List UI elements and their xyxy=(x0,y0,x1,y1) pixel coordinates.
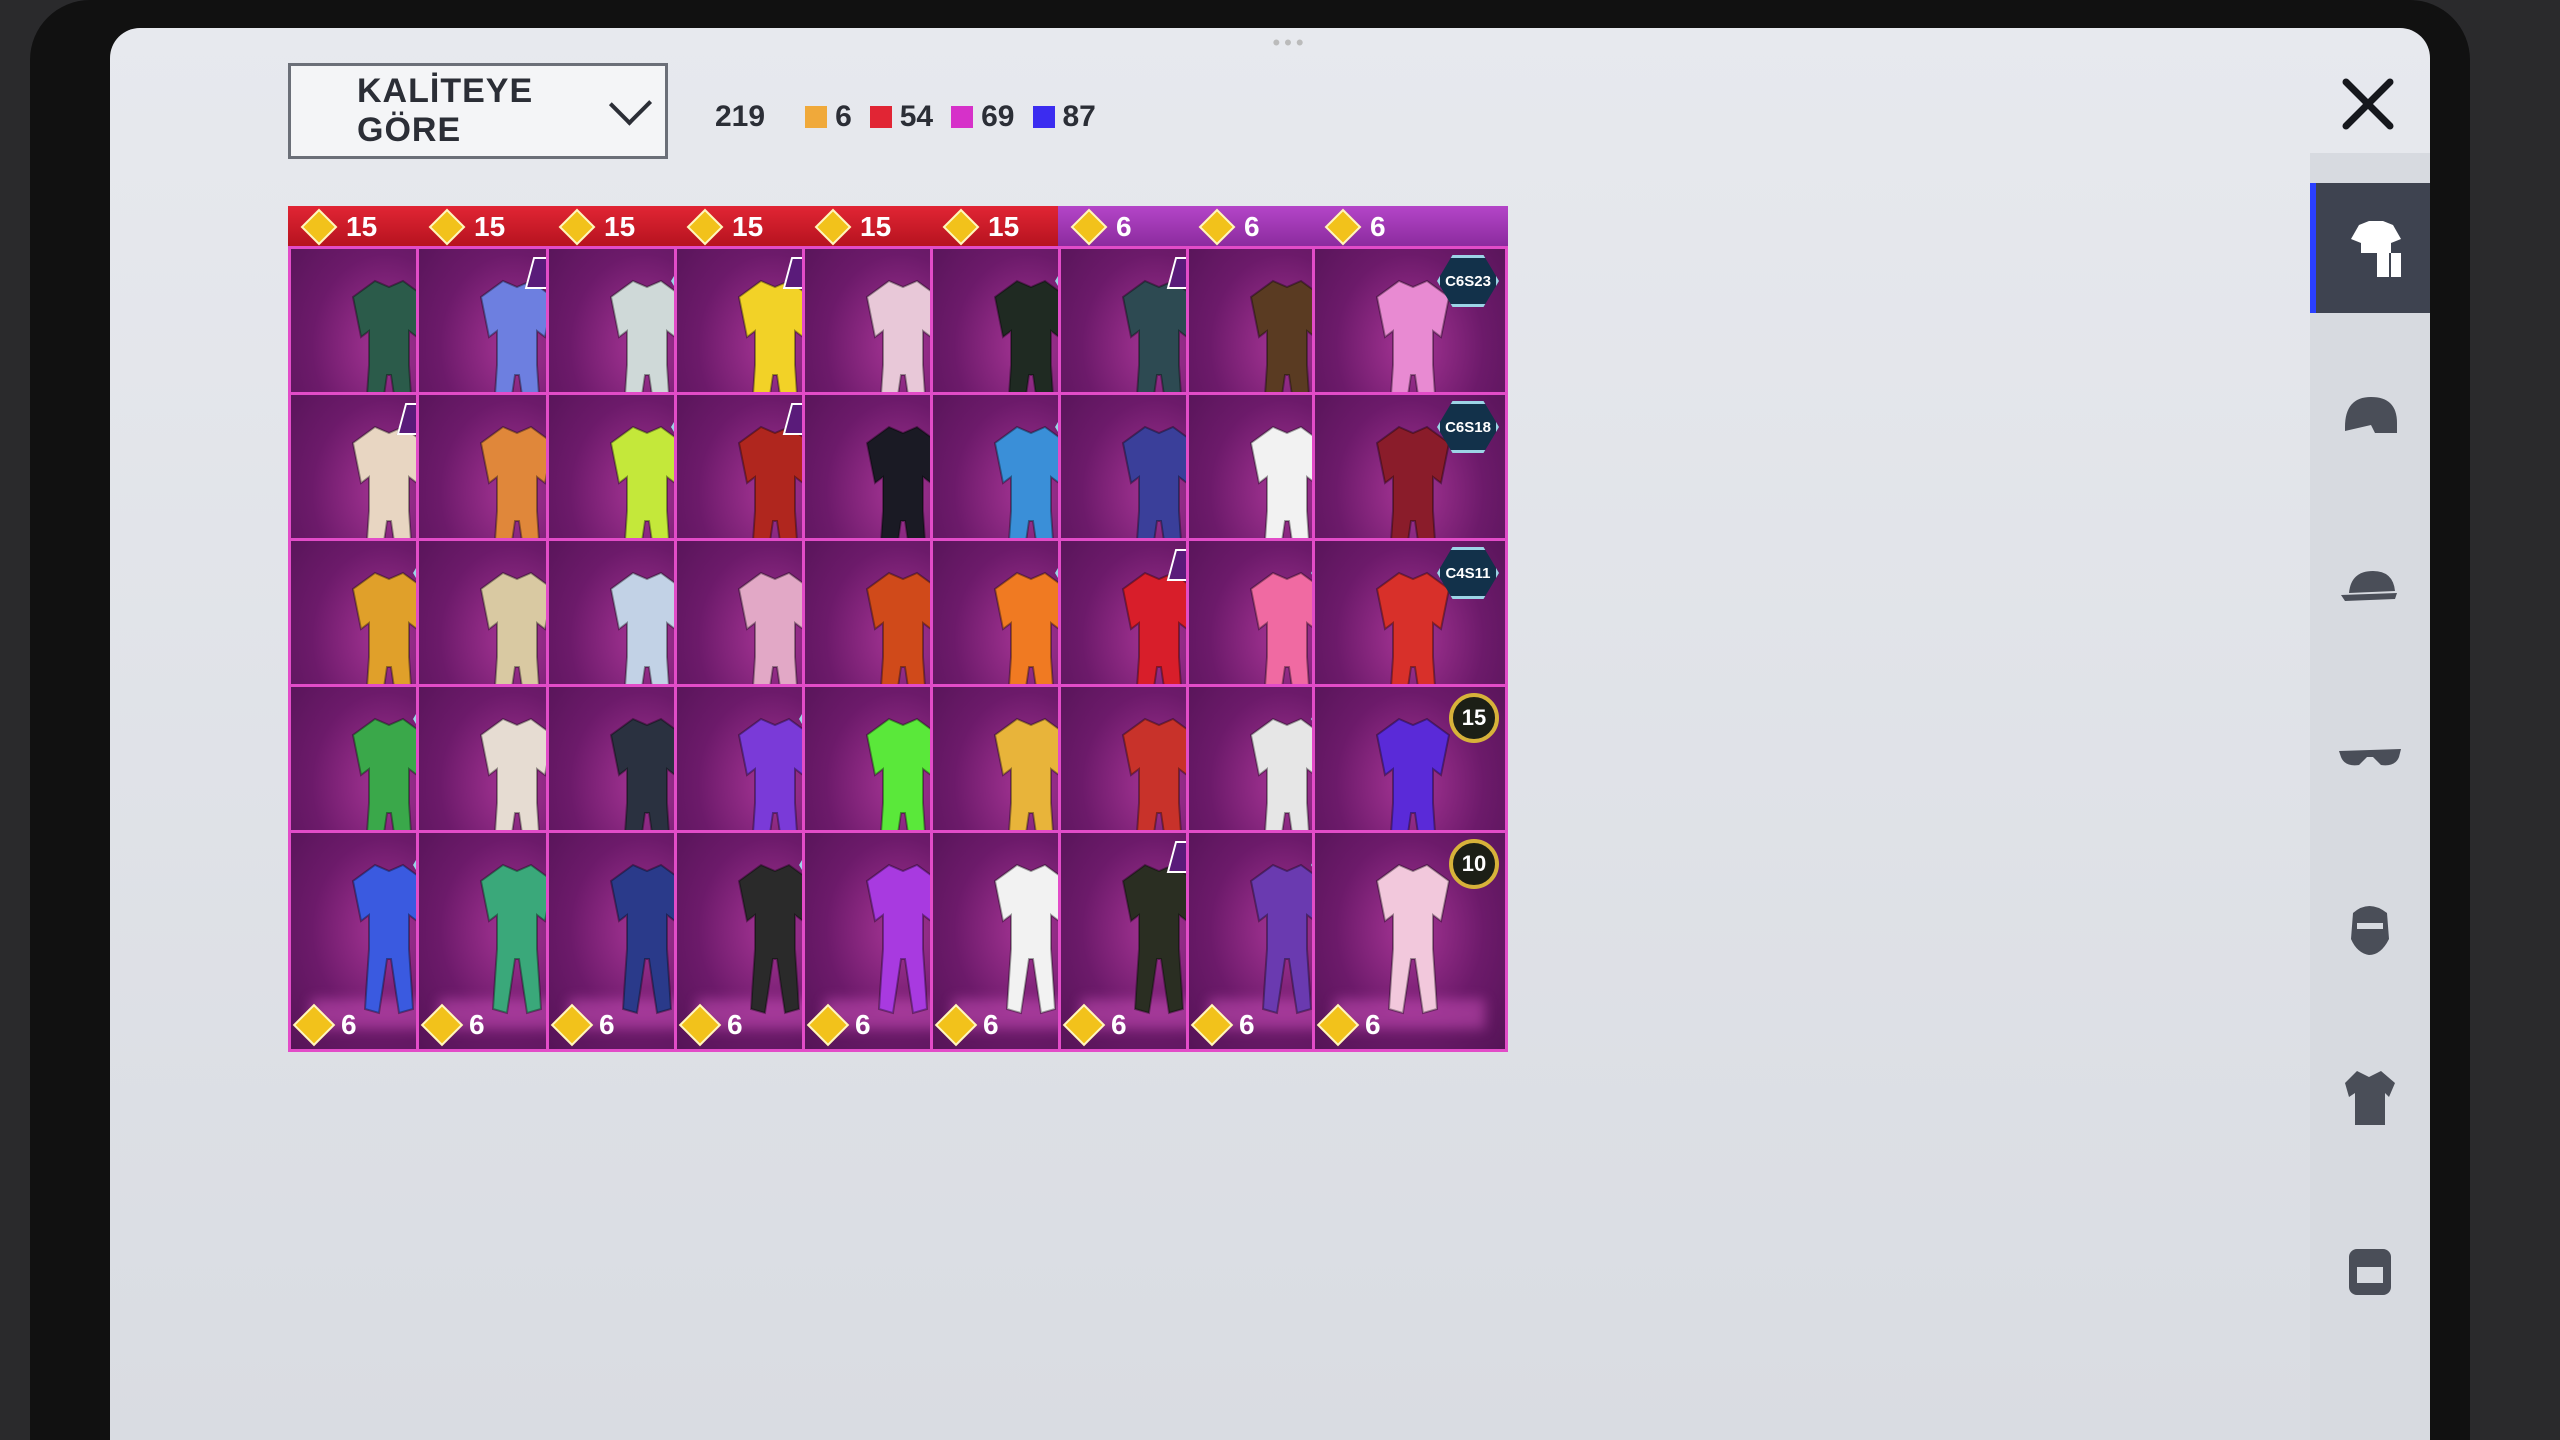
card-value-text: 6 xyxy=(727,1009,743,1040)
top-strip-value: 15 xyxy=(988,211,1020,242)
card-value-text: 6 xyxy=(469,1009,485,1040)
glasses-icon xyxy=(2339,749,2401,766)
category-tabs xyxy=(2310,153,2430,1440)
card-value: 6 xyxy=(550,1003,615,1047)
diamond-icon xyxy=(1070,208,1108,246)
diamond-icon xyxy=(1198,208,1236,246)
close-icon xyxy=(2342,78,2394,130)
card-value: 6 xyxy=(1190,1003,1255,1047)
diamond-icon xyxy=(814,208,852,246)
card-value-text: 6 xyxy=(983,1009,999,1040)
card-value: 6 xyxy=(1062,1003,1127,1047)
top-strip-value: 6 xyxy=(1244,211,1260,242)
diamond-icon xyxy=(1324,208,1362,246)
card-value-text: 6 xyxy=(599,1009,615,1040)
orange-swatch xyxy=(805,106,828,128)
blue-count: 87 xyxy=(1062,100,1096,133)
backpack-icon xyxy=(2349,1249,2391,1295)
outfit-card[interactable]: 10 6 xyxy=(1312,830,1508,1052)
quality-counts: 219 6 54 69 87 xyxy=(715,100,1114,134)
quality-count-blue: 87 xyxy=(1032,100,1096,134)
diamond-icon xyxy=(686,208,724,246)
purple-count: 69 xyxy=(981,100,1015,133)
top-strip-value: 15 xyxy=(474,211,506,242)
diamond-icon xyxy=(420,1003,464,1047)
tab-mask[interactable] xyxy=(2310,863,2430,993)
tab-cap[interactable] xyxy=(2310,523,2430,653)
card-value-text: 6 xyxy=(341,1009,357,1040)
card-value: 6 xyxy=(806,1003,871,1047)
top-strip-value: 15 xyxy=(732,211,764,242)
diamond-icon xyxy=(934,1003,978,1047)
red-count: 54 xyxy=(899,100,934,133)
diamond-icon xyxy=(300,208,338,246)
diamond-icon xyxy=(1316,1003,1360,1047)
diamond-icon xyxy=(550,1003,594,1047)
diamond-icon xyxy=(1190,1003,1234,1047)
level-badge: 15 xyxy=(1449,693,1499,743)
red-swatch xyxy=(869,106,892,128)
sort-dropdown[interactable]: KALİTEYE GÖRE xyxy=(288,63,668,159)
card-value: 6 xyxy=(292,1003,357,1047)
inventory-screen: ••• KALİTEYE GÖRE 219 6 54 69 87 15 15 1… xyxy=(110,28,2430,1440)
card-value: 6 xyxy=(678,1003,743,1047)
top-strip-value: 15 xyxy=(604,211,636,242)
card-value: 6 xyxy=(1316,1003,1381,1047)
tab-jacket[interactable] xyxy=(2310,1033,2430,1163)
diamond-icon xyxy=(678,1003,722,1047)
top-strip-item[interactable]: 6 xyxy=(1312,206,1508,248)
quality-count-red: 54 xyxy=(869,100,934,134)
card-value-text: 6 xyxy=(855,1009,871,1040)
outfit-icon xyxy=(2351,221,2401,277)
diamond-icon xyxy=(806,1003,850,1047)
top-strip-value: 15 xyxy=(346,211,378,242)
level-badge: 10 xyxy=(1449,839,1499,889)
card-value-text: 6 xyxy=(1111,1009,1127,1040)
total-count: 219 xyxy=(715,100,766,133)
diamond-icon xyxy=(428,208,466,246)
card-value: 6 xyxy=(420,1003,485,1047)
card-value-text: 6 xyxy=(1239,1009,1255,1040)
card-value-text: 6 xyxy=(1365,1009,1381,1040)
sort-dropdown-label: KALİTEYE GÖRE xyxy=(357,72,534,149)
quality-count-purple: 69 xyxy=(951,100,1015,134)
diamond-icon xyxy=(942,208,980,246)
diamond-icon xyxy=(558,208,596,246)
outfit-icon xyxy=(1375,863,1451,1015)
mask-icon xyxy=(2351,906,2389,955)
tab-backpack[interactable] xyxy=(2310,1203,2430,1333)
drag-handle[interactable]: ••• xyxy=(1260,32,1320,54)
diamond-icon xyxy=(1062,1003,1106,1047)
quality-count-orange: 6 xyxy=(805,100,852,134)
tab-glasses[interactable] xyxy=(2310,693,2430,823)
tab-helmet[interactable] xyxy=(2310,353,2430,483)
jacket-icon xyxy=(2345,1071,2395,1125)
cap-icon xyxy=(2341,571,2397,601)
orange-count: 6 xyxy=(835,100,852,133)
blue-swatch xyxy=(1032,106,1055,128)
card-value: 6 xyxy=(934,1003,999,1047)
purple-swatch xyxy=(951,106,974,128)
top-strip-value: 6 xyxy=(1370,211,1386,242)
helmet-icon xyxy=(2345,397,2397,433)
tab-outfit[interactable] xyxy=(2310,183,2430,313)
top-strip-value: 6 xyxy=(1116,211,1132,242)
top-strip-value: 15 xyxy=(860,211,892,242)
diamond-icon xyxy=(292,1003,336,1047)
close-button[interactable] xyxy=(2328,64,2408,144)
